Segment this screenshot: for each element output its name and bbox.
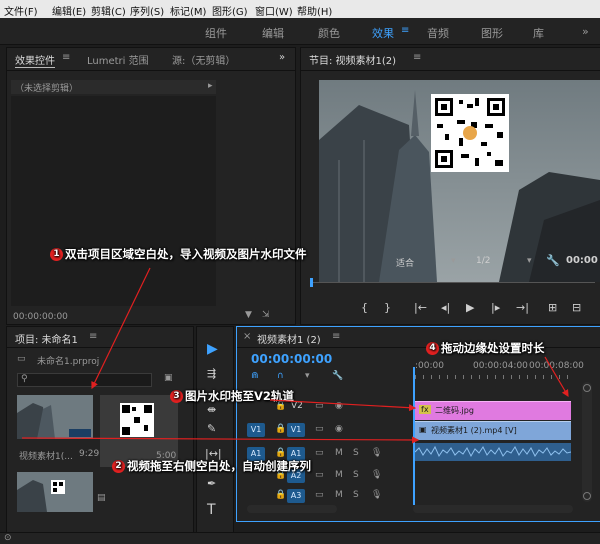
status-icon: ⊙	[4, 533, 12, 543]
annotation-arrows	[21, 267, 569, 444]
arrow-4	[544, 356, 569, 398]
arrow-3	[269, 399, 417, 412]
arrow-1	[91, 267, 151, 390]
status-bar: ⊙	[0, 532, 600, 544]
arrow-2	[21, 436, 420, 444]
